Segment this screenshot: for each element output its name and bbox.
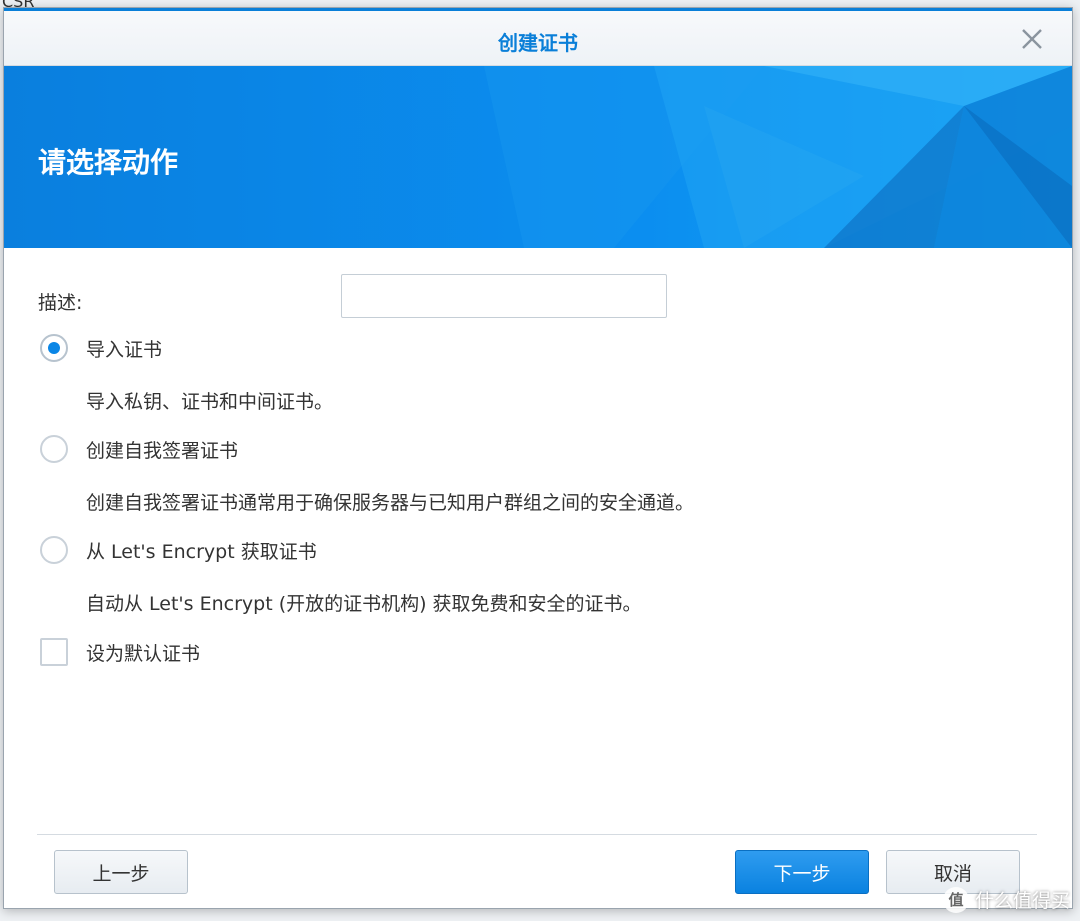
option-lets-encrypt[interactable]: 从 Let's Encrypt 获取证书 [40,536,317,564]
watermark-text: 什么值得买 [974,890,1070,912]
close-icon[interactable] [1018,25,1046,53]
option-description: 创建自我签署证书通常用于确保服务器与已知用户群组之间的安全通道。 [86,492,695,514]
footer-divider [37,834,1037,835]
dialog-titlebar: 创建证书 [4,8,1072,66]
option-label: 创建自我签署证书 [86,439,239,462]
option-label: 导入证书 [86,338,163,361]
radio-lets-encrypt[interactable] [40,536,68,564]
banner-heading: 请选择动作 [38,146,179,179]
previous-button[interactable]: 上一步 [54,850,188,894]
description-label: 描述: [38,292,83,314]
option-import-certificate[interactable]: 导入证书 [40,334,162,362]
radio-import-certificate[interactable] [40,334,68,362]
default-certificate-checkbox[interactable] [40,638,68,666]
checkbox-label: 设为默认证书 [86,642,201,665]
header-banner: 请选择动作 [4,66,1072,248]
option-default-certificate[interactable]: 设为默认证书 [40,638,200,666]
watermark-icon: 值 [942,886,969,913]
option-description: 自动从 Let's Encrypt (开放的证书机构) 获取免费和安全的证书。 [86,593,642,615]
watermark: 值 什么值得买 [942,886,1070,913]
dialog-title: 创建证书 [498,31,578,55]
option-self-signed-certificate[interactable]: 创建自我签署证书 [40,435,238,463]
create-certificate-dialog: 创建证书 请选择动作 描述: 导入证书 导入私钥、证书和中间证书。 创建自我签署… [3,7,1073,909]
next-button[interactable]: 下一步 [735,850,869,894]
option-label: 从 Let's Encrypt 获取证书 [86,540,317,563]
description-input[interactable] [341,274,667,318]
option-description: 导入私钥、证书和中间证书。 [86,391,334,413]
radio-self-signed-certificate[interactable] [40,435,68,463]
